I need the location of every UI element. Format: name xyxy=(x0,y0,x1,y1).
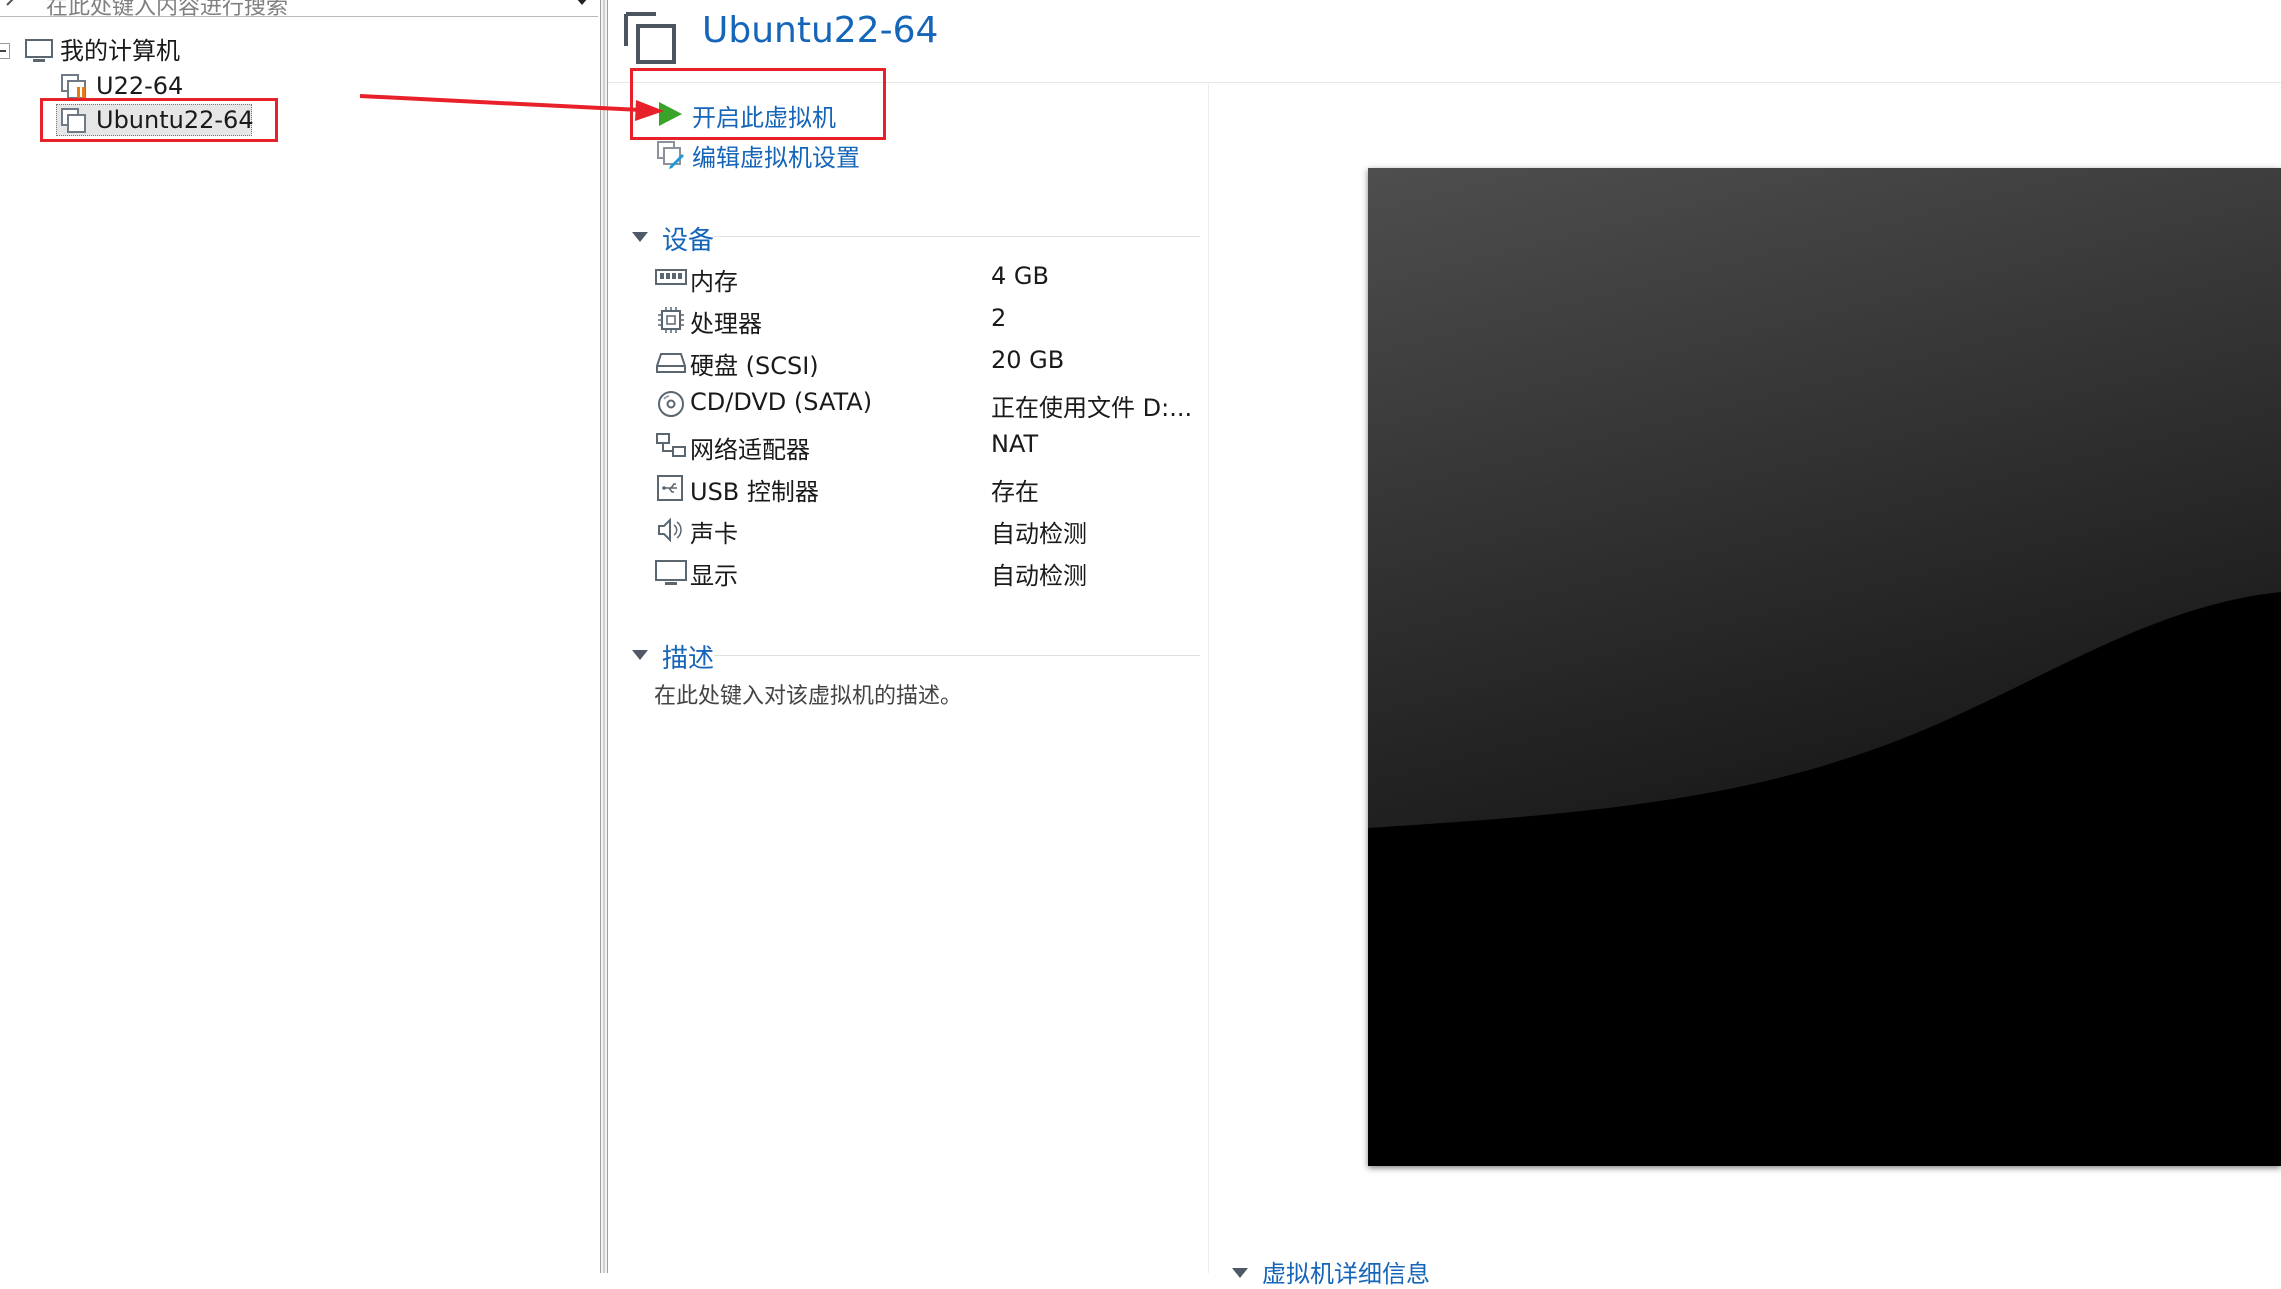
tree-item-label: 我的计算机 xyxy=(60,37,180,65)
collapse-triangle-icon[interactable] xyxy=(632,232,648,242)
memory-icon xyxy=(655,269,687,285)
sound-card-icon xyxy=(658,517,682,543)
devices-section-title: 设备 xyxy=(662,226,715,256)
search-placeholder[interactable]: 在此处键入内容进行搜索 xyxy=(46,0,288,21)
library-search-bar[interactable]: 在此处键入内容进行搜索 xyxy=(0,0,598,20)
device-value: 自动检测 xyxy=(991,520,1087,548)
description-section-title: 描述 xyxy=(662,644,715,674)
device-row-usb[interactable]: USB 控制器 存在 xyxy=(655,470,1215,506)
device-row-cd-dvd[interactable]: CD/DVD (SATA) 正在使用文件 D:... xyxy=(655,386,1215,422)
edit-settings-label: 编辑虚拟机设置 xyxy=(692,144,860,172)
processor-icon xyxy=(658,307,684,333)
device-value: 2 xyxy=(991,304,1007,332)
device-row-memory[interactable]: 内存 4 GB xyxy=(655,260,1215,296)
vm-details-section-title: 虚拟机详细信息 xyxy=(1262,1260,1430,1288)
device-name: 显示 xyxy=(690,562,738,590)
device-row-network[interactable]: 网络适配器 NAT xyxy=(655,428,1215,464)
usb-icon xyxy=(657,475,683,501)
section-divider xyxy=(714,236,1200,237)
device-value: 自动检测 xyxy=(991,562,1087,590)
description-placeholder[interactable]: 在此处键入对该虚拟机的描述。 xyxy=(654,678,962,710)
hard-disk-icon xyxy=(656,353,686,373)
device-name: 声卡 xyxy=(690,520,738,548)
annotation-box-power-on xyxy=(630,68,886,140)
search-icon xyxy=(6,0,14,6)
vm-large-icon xyxy=(624,12,676,64)
device-name: 网络适配器 xyxy=(690,436,810,464)
display-icon xyxy=(655,560,687,585)
computer-icon xyxy=(25,39,53,62)
device-value: 正在使用文件 D:... xyxy=(991,394,1193,422)
vm-summary-pane: Ubuntu22-64 开启此虚拟机 编辑虚拟机设置 设备 内存 4 GB 处理… xyxy=(608,0,2281,1288)
device-name: 处理器 xyxy=(690,310,762,338)
tree-item-my-computer[interactable]: 我的计算机 xyxy=(24,35,244,67)
tree-collapse-icon[interactable] xyxy=(0,43,10,59)
devices-section-header[interactable]: 设备 xyxy=(632,220,752,256)
description-section-header[interactable]: 描述 xyxy=(632,638,752,674)
vm-title: Ubuntu22-64 xyxy=(702,10,939,51)
edit-settings-icon xyxy=(657,141,684,169)
collapse-triangle-icon[interactable] xyxy=(632,650,648,660)
device-row-sound-card[interactable]: 声卡 自动检测 xyxy=(655,512,1215,548)
section-divider xyxy=(714,655,1200,656)
search-dropdown-icon[interactable] xyxy=(576,0,588,5)
device-row-display[interactable]: 显示 自动检测 xyxy=(655,554,1215,590)
pane-splitter[interactable] xyxy=(600,0,608,1273)
device-value: 20 GB xyxy=(991,346,1065,374)
device-name: 硬盘 (SCSI) xyxy=(690,352,819,380)
device-row-processor[interactable]: 处理器 2 xyxy=(655,302,1215,338)
annotation-box-tree xyxy=(40,98,278,142)
device-name: CD/DVD (SATA) xyxy=(690,388,873,416)
vm-preview-screen[interactable] xyxy=(1368,168,2281,1166)
collapse-triangle-icon[interactable] xyxy=(1232,1268,1248,1278)
summary-divider xyxy=(1208,82,1209,1273)
device-name: USB 控制器 xyxy=(690,478,819,506)
device-value: 4 GB xyxy=(991,262,1049,290)
network-adapter-icon xyxy=(656,433,686,457)
device-row-hard-disk[interactable]: 硬盘 (SCSI) 20 GB xyxy=(655,344,1215,380)
edit-vm-settings-link[interactable]: 编辑虚拟机设置 xyxy=(656,138,896,172)
device-name: 内存 xyxy=(690,268,738,296)
vm-icon xyxy=(61,74,86,99)
cd-dvd-icon xyxy=(658,391,684,417)
device-value: NAT xyxy=(991,430,1039,458)
device-value: 存在 xyxy=(991,478,1039,506)
library-pane: 在此处键入内容进行搜索 我的计算机 U22-64 Ubuntu22-64 xyxy=(0,0,600,1273)
